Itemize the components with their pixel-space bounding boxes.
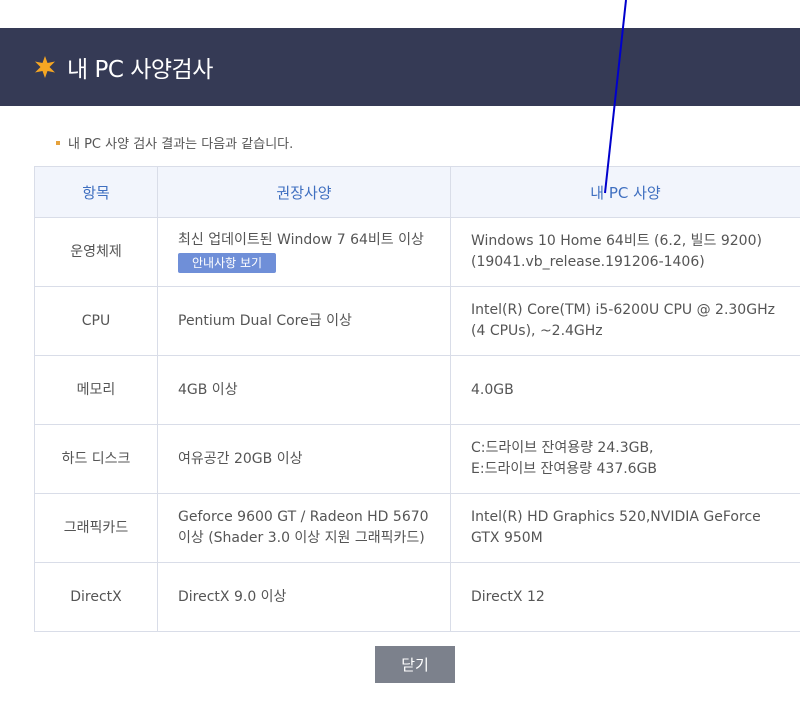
cell-my-pc: C:드라이브 잔여용량 24.3GB, E:드라이브 잔여용량 437.6GB (450, 424, 800, 494)
disk-line-c: C:드라이브 잔여용량 24.3GB, (471, 440, 654, 456)
cell-recommended: DirectX 9.0 이상 (157, 562, 451, 632)
cell-my-pc: Intel(R) HD Graphics 520,NVIDIA GeForce … (450, 493, 800, 563)
table-row-os: 운영체제 최신 업데이트된 Window 7 64비트 이상 안내사항 보기 W… (34, 217, 800, 287)
cell-item: 그래픽카드 (34, 493, 158, 563)
page-title: 내 PC 사양검사 (67, 57, 213, 83)
recommended-text: 최신 업데이트된 Window 7 64비트 이상 (178, 232, 424, 248)
cell-recommended: Pentium Dual Core급 이상 (157, 286, 451, 356)
table-header-row: 항목 권장사양 내 PC 사양 (34, 166, 800, 218)
cell-my-pc: DirectX 12 (450, 562, 800, 632)
disk-line-e: E:드라이브 잔여용량 437.6GB (471, 461, 658, 477)
title-bar: 내 PC 사양검사 (0, 28, 800, 106)
cell-item: 하드 디스크 (34, 424, 158, 494)
table-row-cpu: CPU Pentium Dual Core급 이상 Intel(R) Core(… (34, 286, 800, 356)
table-row-disk: 하드 디스크 여유공간 20GB 이상 C:드라이브 잔여용량 24.3GB, … (34, 424, 800, 494)
intro-text: 내 PC 사양 검사 결과는 다음과 같습니다. (68, 137, 294, 152)
cell-my-pc: 4.0GB (450, 355, 800, 425)
table-row-directx: DirectX DirectX 9.0 이상 DirectX 12 (34, 562, 800, 632)
cell-recommended: 여유공간 20GB 이상 (157, 424, 451, 494)
column-header-my-pc: 내 PC 사양 (450, 166, 800, 218)
cell-recommended: Geforce 9600 GT / Radeon HD 5670 이상 (Sha… (157, 493, 451, 563)
cell-item: CPU (34, 286, 158, 356)
cell-item: DirectX (34, 562, 158, 632)
bullet-icon (56, 140, 60, 145)
close-button[interactable]: 닫기 (375, 646, 455, 683)
column-header-recommended: 권장사양 (157, 166, 451, 218)
star-burst-icon (35, 56, 55, 78)
pc-spec-check-page: 내 PC 사양검사 내 PC 사양 검사 결과는 다음과 같습니다. 항목 권장… (0, 0, 800, 706)
intro-message: 내 PC 사양 검사 결과는 다음과 같습니다. (56, 133, 293, 152)
spec-table: 항목 권장사양 내 PC 사양 운영체제 최신 업데이트된 Window 7 6… (34, 166, 800, 632)
column-header-item: 항목 (34, 166, 158, 218)
table-row-memory: 메모리 4GB 이상 4.0GB (34, 355, 800, 425)
table-row-graphics: 그래픽카드 Geforce 9600 GT / Radeon HD 5670 이… (34, 493, 800, 563)
view-guide-button[interactable]: 안내사항 보기 (178, 253, 277, 273)
cell-recommended: 최신 업데이트된 Window 7 64비트 이상 안내사항 보기 (157, 217, 451, 287)
cell-recommended: 4GB 이상 (157, 355, 451, 425)
cell-item: 운영체제 (34, 217, 158, 287)
cell-item: 메모리 (34, 355, 158, 425)
cell-my-pc: Intel(R) Core(TM) i5-6200U CPU @ 2.30GHz… (450, 286, 800, 356)
cell-my-pc: Windows 10 Home 64비트 (6.2, 빌드 9200) (190… (450, 217, 800, 287)
